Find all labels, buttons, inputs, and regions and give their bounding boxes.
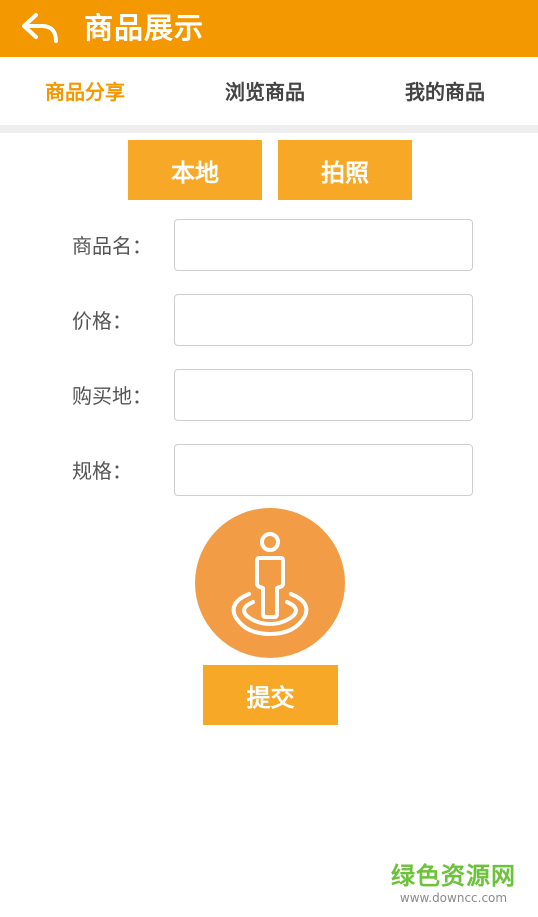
- tab-divider: [0, 125, 538, 133]
- purchase-place-input[interactable]: [174, 369, 473, 421]
- watermark: 绿色资源网 www.downcc.com: [391, 862, 516, 906]
- form-row-location: 购买地：: [0, 369, 538, 421]
- take-photo-button[interactable]: 拍照: [278, 140, 412, 200]
- submit-button[interactable]: 提交: [203, 665, 338, 725]
- price-label: 价格：: [72, 309, 132, 333]
- form-row-name: 商品名：: [0, 219, 538, 271]
- tab-bar: 商品分享 浏览商品 我的商品: [0, 57, 538, 125]
- watermark-url: www.downcc.com: [399, 891, 508, 905]
- product-name-input[interactable]: [174, 219, 473, 271]
- tab-my-goods[interactable]: 我的商品: [405, 57, 485, 125]
- product-name-label: 商品名：: [72, 234, 152, 258]
- spec-label: 规格：: [72, 459, 132, 483]
- back-arrow-icon: [22, 13, 58, 43]
- watermark-title: 绿色资源网: [391, 862, 516, 890]
- purchase-place-label: 购买地：: [72, 384, 152, 408]
- tab-browse-goods[interactable]: 浏览商品: [225, 57, 305, 125]
- tab-share-goods[interactable]: 商品分享: [45, 57, 125, 125]
- spec-input[interactable]: [174, 444, 473, 496]
- local-image-button[interactable]: 本地: [128, 140, 262, 200]
- form-row-spec: 规格：: [0, 444, 538, 496]
- person-location-icon: [231, 532, 309, 637]
- price-input[interactable]: [174, 294, 473, 346]
- page-title: 商品展示: [84, 11, 205, 45]
- product-image-placeholder[interactable]: [195, 508, 345, 658]
- form-row-price: 价格：: [0, 294, 538, 346]
- back-button[interactable]: [18, 10, 62, 46]
- app-root: 商品展示 商品分享 浏览商品 我的商品 本地 拍照 商品名： 价格： 购买地： …: [0, 0, 538, 917]
- top-bar: 商品展示: [0, 0, 538, 57]
